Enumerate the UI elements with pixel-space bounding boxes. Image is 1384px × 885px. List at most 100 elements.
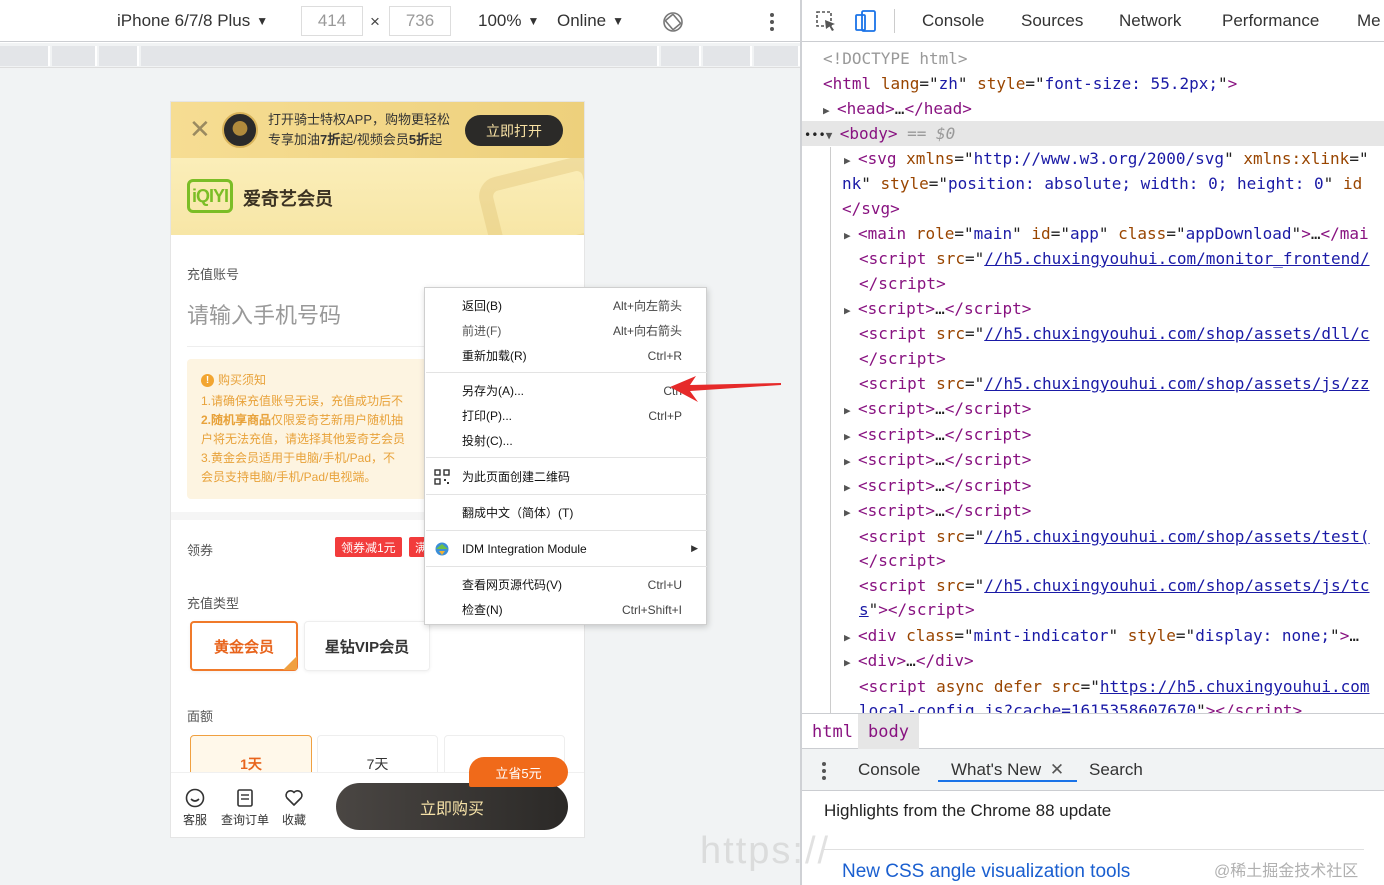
tree-node-script-async[interactable]: <script async defer src="https://h5.chux… — [859, 674, 1370, 699]
inspect-element-icon[interactable] — [814, 9, 838, 33]
tab-sources[interactable]: Sources — [1021, 11, 1083, 31]
drawer-menu-icon[interactable] — [820, 760, 828, 782]
tree-node-script-async-cont[interactable]: local-config.js?cache=1615358607670"></s… — [859, 698, 1302, 713]
ruler-segment[interactable] — [754, 46, 800, 66]
script-src-link[interactable]: https://h5.chuxingyouhui.com — [1100, 677, 1370, 696]
coupon-tag[interactable]: 领券减1元 — [335, 537, 402, 557]
expand-arrow-icon[interactable]: ▶ — [823, 98, 837, 123]
menu-item-label: IDM Integration Module — [462, 541, 587, 556]
tab-performance[interactable]: Performance — [1222, 11, 1319, 31]
ruler-segment[interactable] — [0, 46, 50, 66]
script-src-link[interactable]: local-config.js?cache=1615358607670 — [859, 701, 1196, 713]
expand-arrow-icon[interactable]: ▶ — [844, 424, 858, 449]
drawer-tabbar: Console What's New ✕ Search — [802, 749, 1384, 791]
device-select[interactable]: iPhone 6/7/8 Plus ▼ — [117, 11, 268, 31]
tree-node-script[interactable]: <script src="//h5.chuxingyouhui.com/shop… — [859, 524, 1370, 549]
expand-arrow-icon[interactable]: ▶ — [844, 475, 858, 500]
drawer-tab-whats-new[interactable]: What's New ✕ — [938, 760, 1078, 782]
vip-type-gold[interactable]: 黄金会员 — [190, 621, 298, 671]
vip-type-diamond[interactable]: 星钻VIP会员 — [304, 621, 430, 671]
expand-arrow-icon[interactable]: ▶ — [844, 398, 858, 423]
tree-node-script-cont[interactable]: s"></script> — [859, 597, 975, 622]
ruler-segment[interactable] — [703, 46, 752, 66]
menu-item-qr-code[interactable]: 为此页面创建二维码 — [425, 464, 706, 489]
tree-node-script[interactable]: ▶ <script>…</script> — [844, 396, 1031, 421]
script-src-link[interactable]: //h5.chuxingyouhui.com/shop/assets/js/zz — [984, 374, 1369, 393]
device-toggle-icon[interactable] — [854, 9, 878, 33]
tree-node-doctype[interactable]: <!DOCTYPE html> — [823, 46, 968, 71]
tab-memory[interactable]: Me — [1357, 11, 1381, 31]
ruler-segment[interactable] — [141, 46, 659, 66]
menu-item-reload[interactable]: 重新加载(R) Ctrl+R — [425, 343, 706, 368]
breadcrumb-html[interactable]: html — [802, 714, 863, 749]
script-src-link[interactable]: s — [859, 600, 869, 619]
expand-arrow-icon[interactable]: ▶ — [844, 650, 858, 675]
script-src-link[interactable]: //h5.chuxingyouhui.com/shop/assets/js/tc — [984, 576, 1369, 595]
menu-item-forward[interactable]: 前进(F) Alt+向右箭头 — [425, 318, 706, 343]
menu-item-inspect[interactable]: 检查(N) Ctrl+Shift+I — [425, 597, 706, 622]
width-input[interactable]: 414 — [301, 6, 363, 36]
close-icon[interactable]: ✕ — [189, 116, 211, 142]
tree-node-script[interactable]: <script src="//h5.chuxingyouhui.com/shop… — [859, 321, 1370, 346]
menu-item-idm[interactable]: IDM Integration Module ▶ — [425, 536, 706, 561]
tree-node-svg[interactable]: ▶ <svg xmlns="http://www.w3.org/2000/svg"… — [844, 146, 1369, 171]
open-app-button[interactable]: 立即打开 — [465, 115, 563, 146]
vip-type-label: 黄金会员 — [213, 638, 274, 656]
tree-node-script[interactable]: ▶ <script>…</script> — [844, 447, 1031, 472]
expand-arrow-icon[interactable]: ▶ — [844, 500, 858, 525]
menu-item-print[interactable]: 打印(P)... Ctrl+P — [425, 403, 706, 428]
orders-button[interactable]: 查询订单 — [221, 787, 269, 828]
tree-node-head[interactable]: ▶ <head>…</head> — [823, 96, 972, 121]
feature-link[interactable]: New CSS angle visualization tools — [842, 861, 1130, 883]
tab-network[interactable]: Network — [1119, 11, 1181, 31]
menu-item-translate[interactable]: 翻成中文（简体）(T) — [425, 500, 706, 525]
tree-node-main[interactable]: ▶ <main role="main" id="app" class="appDo… — [844, 221, 1369, 246]
tree-node-svg-cont[interactable]: nk" style="position: absolute; width: 0;… — [842, 171, 1362, 196]
more-options-icon[interactable] — [764, 11, 780, 33]
menu-item-cast[interactable]: 投射(C)... — [425, 428, 706, 453]
menu-item-back[interactable]: 返回(B) Alt+向左箭头 — [425, 293, 706, 318]
network-select[interactable]: Online ▼ — [557, 11, 624, 31]
tree-node-script[interactable]: <script src="//h5.chuxingyouhui.com/moni… — [859, 246, 1370, 271]
buy-now-button[interactable]: 立即购买 — [336, 783, 568, 830]
script-src-link[interactable]: //h5.chuxingyouhui.com/monitor_frontend/ — [984, 249, 1369, 268]
tree-node-svg-close[interactable]: </svg> — [842, 196, 900, 221]
favorite-button[interactable]: 收藏 — [282, 787, 306, 828]
rotate-icon[interactable] — [661, 10, 685, 34]
expand-arrow-icon[interactable]: ▶ — [844, 625, 858, 650]
height-input[interactable]: 736 — [389, 6, 451, 36]
service-button[interactable]: 客服 — [183, 787, 207, 828]
tree-node-html[interactable]: <html lang="zh" style="font-size: 55.2px… — [823, 71, 1237, 96]
tree-node-div[interactable]: ▶ <div>…</div> — [844, 648, 974, 673]
drawer-tab-search[interactable]: Search — [1089, 760, 1143, 780]
expand-arrow-icon[interactable]: ▶ — [844, 223, 858, 248]
tree-node-script-close[interactable]: </script> — [859, 271, 946, 296]
tree-node-script-close[interactable]: </script> — [859, 548, 946, 573]
tab-console[interactable]: Console — [922, 11, 984, 31]
tree-node-script[interactable]: ▶ <script>…</script> — [844, 296, 1031, 321]
tree-node-script[interactable]: ▶ <script>…</script> — [844, 422, 1031, 447]
tree-node-script-close[interactable]: </script> — [859, 346, 946, 371]
tree-node-div[interactable]: ▶ <div class="mint-indicator" style="disp… — [844, 623, 1359, 648]
tree-node-script[interactable]: ▶ <script>…</script> — [844, 498, 1031, 523]
tree-node-script[interactable]: <script src="//h5.chuxingyouhui.com/shop… — [859, 573, 1370, 598]
menu-item-save-as[interactable]: 另存为(A)... Ctrl — [425, 378, 706, 403]
menu-item-view-source[interactable]: 查看网页源代码(V) Ctrl+U — [425, 572, 706, 597]
tree-node-script[interactable]: ▶ <script>…</script> — [844, 473, 1031, 498]
tree-node-body[interactable]: •••▼ <body> == $0 — [802, 121, 1384, 146]
drawer-tab-console[interactable]: Console — [858, 760, 920, 780]
close-icon[interactable]: ✕ — [1050, 760, 1064, 779]
collapse-arrow-icon[interactable]: ▼ — [826, 123, 840, 148]
expand-arrow-icon[interactable]: ▶ — [844, 449, 858, 474]
script-src-link[interactable]: //h5.chuxingyouhui.com/shop/assets/dll/c — [984, 324, 1369, 343]
script-src-link[interactable]: //h5.chuxingyouhui.com/shop/assets/test( — [984, 527, 1369, 546]
expand-arrow-icon[interactable]: ▶ — [844, 298, 858, 323]
ruler-segment[interactable] — [99, 46, 139, 66]
ruler-segment[interactable] — [52, 46, 97, 66]
zoom-select[interactable]: 100% ▼ — [478, 11, 539, 31]
tree-node-script[interactable]: <script src="//h5.chuxingyouhui.com/shop… — [859, 371, 1370, 396]
expand-arrow-icon[interactable]: ▶ — [844, 148, 858, 173]
ellipsis-icon[interactable]: ••• — [804, 128, 826, 142]
ruler-segment[interactable] — [661, 46, 701, 66]
breadcrumb-body[interactable]: body — [858, 714, 919, 749]
